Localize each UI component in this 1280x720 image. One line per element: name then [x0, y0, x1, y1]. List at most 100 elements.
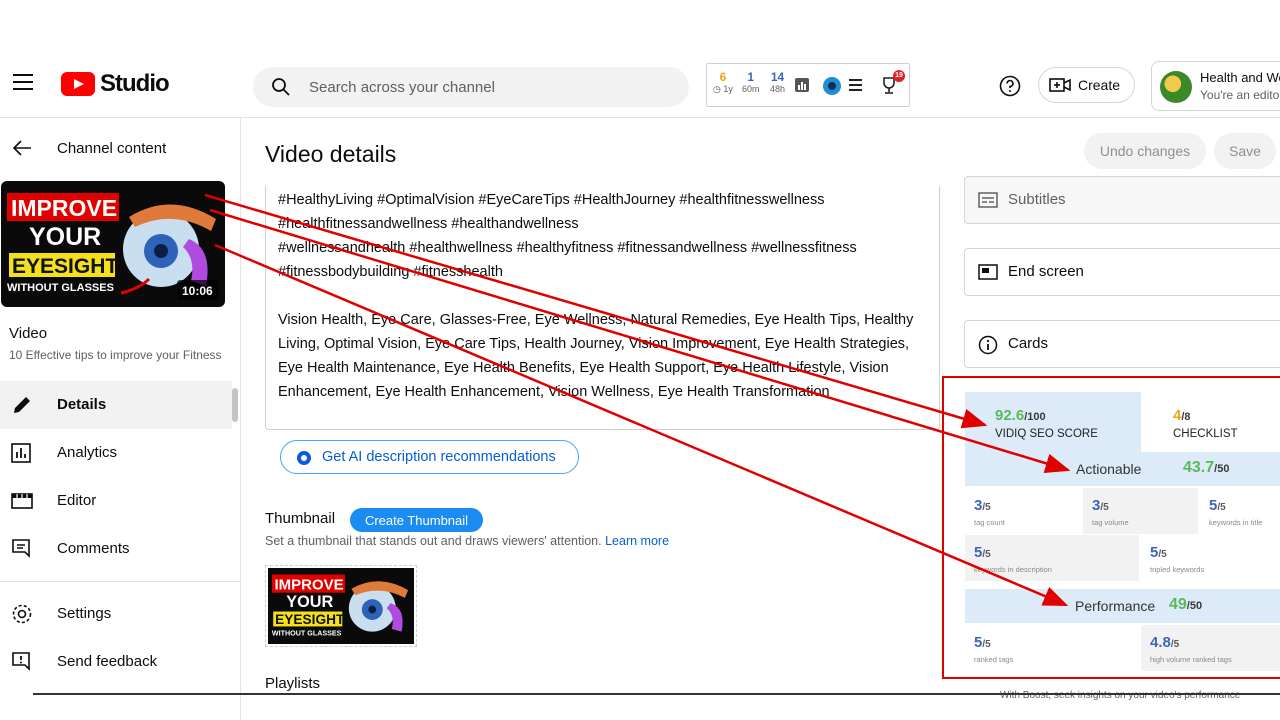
- left-sidebar: Channel content IMPROVE YOUR EYESIGHT WI…: [0, 118, 241, 720]
- sidebar-scrollbar[interactable]: [232, 388, 238, 422]
- metric-tripled-keywords: 5/5 tripled keywords: [1141, 535, 1280, 581]
- vidiq-logo-icon[interactable]: [823, 77, 841, 95]
- video-title: 10 Effective tips to improve your Fitnes…: [9, 348, 222, 362]
- playlists-section-title: Playlists: [265, 675, 321, 692]
- create-label: Create: [1078, 77, 1121, 93]
- list-menu-icon[interactable]: [849, 79, 862, 94]
- account-switcher[interactable]: Health and We You're an edito: [1151, 61, 1280, 111]
- learn-more-link[interactable]: Learn more: [605, 534, 669, 548]
- vidiq-ai-icon: [297, 451, 311, 465]
- performance-score: 49/50: [1169, 596, 1203, 613]
- analytics-icon: [11, 443, 31, 463]
- thumbnail-option[interactable]: IMPROVE YOUR EYESIGHT WITHOUT GLASSES: [265, 565, 417, 647]
- back-to-channel-content[interactable]: Channel content: [0, 130, 240, 166]
- performance-header: Performance 49/50: [965, 589, 1280, 623]
- subtitles-icon: [978, 192, 998, 208]
- thumbnail-text-3: EYESIGHT: [275, 612, 345, 627]
- ai-description-label: Get AI description recommendations: [322, 449, 556, 465]
- back-label: Channel content: [57, 140, 167, 157]
- video-thumbnail[interactable]: IMPROVE YOUR EYESIGHT WITHOUT GLASSES 10…: [1, 181, 225, 307]
- create-button[interactable]: Create: [1038, 67, 1135, 103]
- thumbnail-text-4: WITHOUT GLASSES: [7, 282, 114, 294]
- thumbnail-section-title: Thumbnail: [265, 510, 336, 527]
- studio-logo[interactable]: Studio: [61, 70, 170, 98]
- subtitles-label: Subtitles: [1008, 191, 1066, 208]
- video-duration: 10:06: [182, 284, 213, 298]
- vidiq-toolbar[interactable]: 6 ◷ 1y 1 60m 14 48h 19: [706, 63, 910, 107]
- sidebar-item-comments[interactable]: Comments: [0, 525, 232, 573]
- thumbnail-text-1: IMPROVE: [11, 195, 117, 221]
- description-field[interactable]: #HealthyLiving #OptimalVision #EyeCareTi…: [265, 186, 940, 430]
- undo-changes-button[interactable]: Undo changes: [1084, 133, 1206, 169]
- studio-window: Studio 6 ◷ 1y 1 60m 14 48h 19: [0, 0, 1280, 720]
- sidebar-item-editor[interactable]: Editor: [0, 477, 232, 525]
- cards-label: Cards: [1008, 335, 1049, 352]
- vidiq-seo-panel: 92.6/100 VIDIQ SEO SCORE 4/8 CHECKLIST A…: [965, 392, 1280, 682]
- logo-text: Studio: [100, 70, 170, 97]
- hamburger-menu-icon[interactable]: [13, 74, 33, 90]
- tab-checklist[interactable]: 4/8 CHECKLIST: [1143, 392, 1280, 452]
- thumbnail-art: IMPROVE YOUR EYESIGHT WITHOUT GLASSES 10…: [1, 181, 225, 307]
- comments-icon: [12, 539, 30, 558]
- window-bottom-edge: [33, 693, 1280, 695]
- thumbnail-text-2: YOUR: [29, 223, 101, 251]
- account-role: You're an edito: [1200, 88, 1280, 102]
- search-icon: [272, 78, 290, 96]
- ai-description-button[interactable]: Get AI description recommendations: [280, 440, 579, 474]
- sidebar-item-send-feedback[interactable]: Send feedback: [0, 638, 232, 686]
- stat-48h: 14 48h: [770, 70, 786, 94]
- thumbnail-hint: Set a thumbnail that stands out and draw…: [265, 534, 670, 548]
- save-button[interactable]: Save: [1214, 133, 1276, 169]
- help-icon[interactable]: [999, 75, 1021, 97]
- checklist-caption: CHECKLIST: [1173, 428, 1238, 440]
- cards-card[interactable]: Cards: [964, 320, 1280, 368]
- seo-score-value: 92.6/100: [995, 407, 1046, 424]
- thumbnail-text-2: YOUR: [286, 593, 333, 611]
- actionable-header: Actionable 43.7/50: [965, 452, 1280, 486]
- sidebar-item-details[interactable]: Details: [0, 381, 232, 429]
- pencil-icon: [14, 397, 30, 413]
- sidebar-item-label: Analytics: [57, 444, 118, 461]
- metric-ranked-tags: 5/5 ranked tags: [965, 625, 1139, 671]
- metric-keywords-in-description: 5/5 keywords in description: [965, 535, 1139, 581]
- editor-icon: [11, 493, 33, 509]
- create-video-icon: [1049, 78, 1071, 92]
- description-text[interactable]: #HealthyLiving #OptimalVision #EyeCareTi…: [278, 188, 920, 404]
- sidebar-item-analytics[interactable]: Analytics: [0, 429, 232, 477]
- metric-keywords-in-title: 5/5 keywords in title: [1200, 488, 1280, 534]
- back-arrow-icon: [12, 140, 31, 156]
- vidiq-footer-text: With Boost, seek insights on your video'…: [1000, 690, 1241, 701]
- gear-icon: [12, 604, 32, 624]
- end-screen-icon: [978, 264, 998, 280]
- sidebar-item-settings[interactable]: Settings: [0, 590, 232, 638]
- seo-score-caption: VIDIQ SEO SCORE: [995, 428, 1098, 440]
- top-bar: Studio 6 ◷ 1y 1 60m 14 48h 19: [0, 52, 1280, 118]
- end-screen-card[interactable]: End screen: [964, 248, 1280, 296]
- performance-label: Performance: [1075, 598, 1156, 614]
- checklist-value: 4/8: [1173, 407, 1191, 424]
- account-name: Health and We: [1200, 70, 1280, 85]
- info-icon: [978, 335, 998, 355]
- create-thumbnail-button[interactable]: Create Thumbnail: [350, 508, 483, 532]
- stat-1y: 6 ◷ 1y: [713, 70, 733, 94]
- sidebar-item-label: Settings: [57, 605, 112, 622]
- search-bar[interactable]: [253, 67, 689, 107]
- sidebar-item-label: Editor: [57, 492, 97, 509]
- stat-60m: 1 60m: [742, 70, 760, 94]
- metric-high-volume-ranked-tags: 4.8/5 high volume ranked tags: [1141, 625, 1280, 671]
- main-content: Video details Undo changes Save #Healthy…: [241, 118, 1280, 720]
- sidebar-item-label: Send feedback: [57, 653, 158, 670]
- notification-badge: 19: [893, 70, 905, 82]
- video-section-label: Video: [9, 325, 48, 342]
- actionable-score: 43.7/50: [1183, 459, 1230, 476]
- page-title: Video details: [265, 141, 397, 167]
- search-input[interactable]: [309, 75, 669, 99]
- tab-seo-score[interactable]: 92.6/100 VIDIQ SEO SCORE: [965, 392, 1141, 452]
- bar-chart-icon[interactable]: [795, 78, 809, 92]
- actionable-label: Actionable: [1076, 461, 1142, 477]
- end-screen-label: End screen: [1008, 263, 1084, 280]
- subtitles-card[interactable]: Subtitles: [964, 176, 1280, 224]
- sidebar-item-label: Details: [57, 396, 107, 413]
- thumbnail-text-4: WITHOUT GLASSES: [272, 630, 342, 638]
- youtube-logo-icon: [61, 72, 95, 96]
